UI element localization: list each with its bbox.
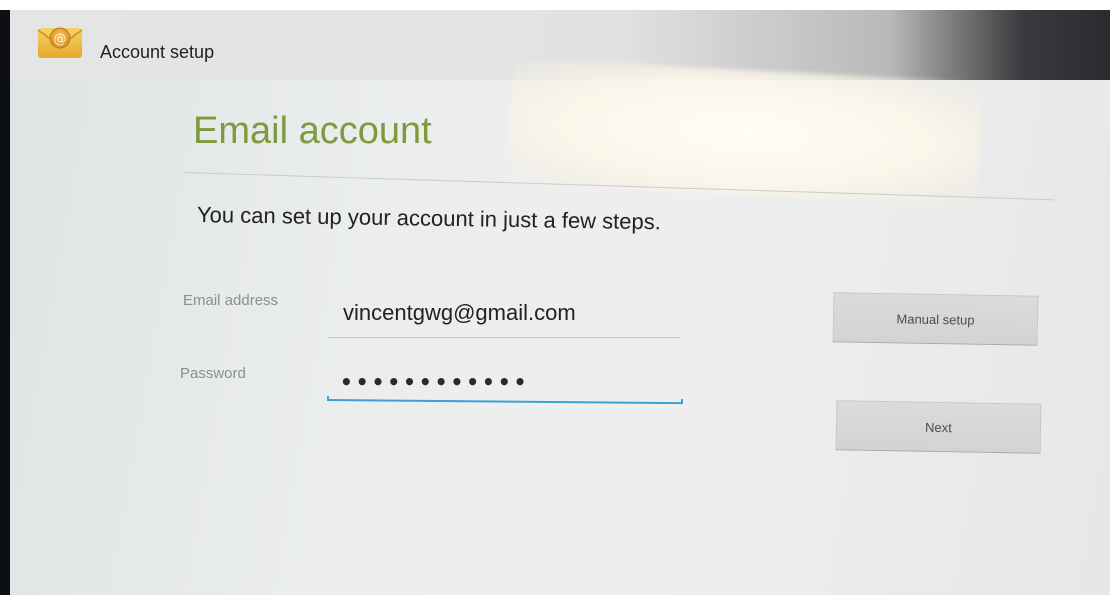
next-button[interactable]: Next — [835, 400, 1042, 454]
app-title: Account setup — [100, 42, 215, 62]
svg-text:@: @ — [54, 32, 67, 47]
tablet-screen: @ Account setup Email account You can se… — [10, 10, 1110, 595]
email-field-underline — [328, 337, 680, 338]
cropped-caption — [0, 0, 1110, 10]
password-field[interactable] — [340, 368, 690, 396]
email-field[interactable]: vincentgwg@gmail.com — [343, 300, 576, 326]
password-underline-left-cap — [327, 396, 329, 401]
password-field-focus-underline — [326, 399, 683, 405]
setup-description: You can set up your account in just a fe… — [196, 202, 662, 235]
email-app-icon[interactable]: @ — [34, 20, 86, 62]
password-underline-right-cap — [681, 399, 683, 404]
email-label: Email address — [183, 292, 279, 309]
manual-setup-button[interactable]: Manual setup — [832, 292, 1039, 346]
cropped-caption-text — [4, 0, 10, 9]
photo-frame: @ Account setup Email account You can se… — [0, 0, 1110, 595]
password-label: Password — [180, 365, 246, 382]
page-title: Email account — [193, 110, 432, 152]
